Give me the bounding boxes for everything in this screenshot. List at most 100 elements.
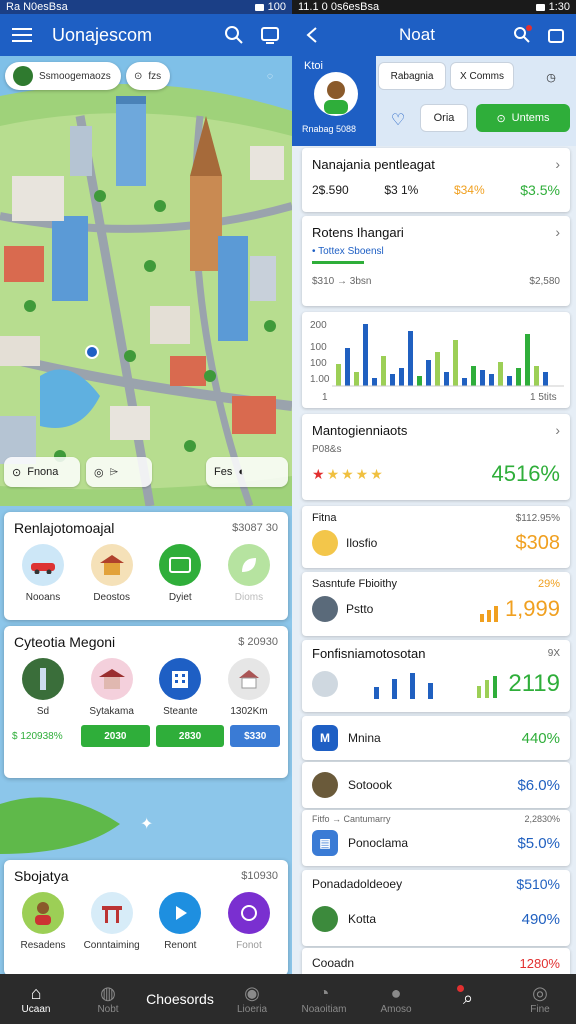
bullet-icon: • <box>312 246 316 257</box>
notification-dot <box>526 25 532 31</box>
profile-btn-2[interactable]: ⊙ Untems <box>476 104 570 132</box>
filter-chip[interactable]: ⊙ fzs <box>126 62 170 90</box>
chat-icon[interactable] <box>258 23 282 47</box>
card-management-title: Nanajania pentleagat <box>312 156 435 172</box>
search-icon[interactable] <box>222 23 246 47</box>
category-item[interactable]: Conntaiming <box>83 892 141 951</box>
card-routes[interactable]: Rotens Ihangari › • Tottex Sboensl $310 … <box>302 216 570 306</box>
card-safety[interactable]: Sasntufe Fbioithy 29% Pstto 1,999 <box>302 572 570 636</box>
status-bar-right: 11.1 0 0s6esBsa 1:30 <box>292 0 576 14</box>
category-item[interactable]: Dioms <box>220 544 278 603</box>
map-filter-a[interactable]: ⊙ Fnona <box>4 457 80 487</box>
chevron-right-icon: › <box>555 422 560 438</box>
chart-bar <box>435 352 440 386</box>
card-city-btn-1[interactable]: 2030 <box>80 725 150 747</box>
send-icon: ⌲ <box>109 465 119 478</box>
bag-icon[interactable] <box>544 23 568 47</box>
person-icon <box>22 892 64 934</box>
menu-icon[interactable] <box>10 23 34 47</box>
nav-pin[interactable]: ◎ Fine <box>504 974 576 1024</box>
chart-bar <box>444 372 449 386</box>
nav-drop[interactable]: ● Amoso <box>360 974 432 1024</box>
map-filter-b-label: Fes <box>214 466 233 478</box>
leaf-icon <box>227 544 270 586</box>
card-city-btn-2[interactable]: 2830 <box>155 725 225 747</box>
category-item[interactable]: Steante <box>151 658 209 717</box>
bar-chart-card: 200 100 100 1.00 1 1 5tits <box>302 312 570 408</box>
category-item[interactable]: 1302Km <box>220 658 278 717</box>
card-city-title: Cyteotia Megoni <box>14 634 116 650</box>
search-icon[interactable] <box>510 23 534 47</box>
category-item[interactable]: Nooans <box>14 544 72 603</box>
category-item[interactable]: Renont <box>151 892 209 951</box>
list-item[interactable]: Fitfo → Cantumarry 2,2830% ▤ Ponoclama $… <box>302 810 570 866</box>
nav-person[interactable]: ◉ Lioeria <box>216 974 288 1024</box>
avatar[interactable] <box>314 72 358 116</box>
category-item[interactable]: Dyiet <box>151 544 209 603</box>
app-root: Ra N0esBsa 100 11.1 0 0s6esBsa 1:30 Uona… <box>0 0 576 1024</box>
chart-bar <box>381 356 386 386</box>
card-recommended[interactable]: Renlajotomoajal $3087 30 Nooans Deostos … <box>4 512 288 620</box>
chart-x-left: 1 <box>322 392 328 403</box>
locate-icon[interactable]: ◌ <box>258 64 282 88</box>
play-icon <box>159 892 202 934</box>
nav-choesords[interactable]: Choesords <box>144 974 216 1024</box>
back-icon[interactable] <box>300 23 324 47</box>
nav-chart[interactable]: ◔ Noaoitiam <box>288 974 360 1024</box>
card-monitoring[interactable]: Mantogienniaots › P08&s ★★★★★ 4516% <box>302 414 570 500</box>
car-icon <box>22 544 64 586</box>
location-chip[interactable]: Ssmoogemaozs <box>5 62 121 90</box>
card-society[interactable]: Sbojatya $10930 Resadens Conntaiming Ren… <box>4 860 288 974</box>
share-icon: ◎ <box>94 466 104 479</box>
category-item[interactable]: Sytakama <box>83 658 141 717</box>
card-performance[interactable]: Fonfisniamotosotan 9X 2119 <box>302 640 570 712</box>
chart-bar <box>462 378 467 386</box>
map-share[interactable]: ◎ ⌲ <box>86 457 152 487</box>
profile-header: Ktoi Rnabag 5088 Rabagnia X Comms ◷ ♡ Or… <box>292 56 576 146</box>
list-item[interactable]: M Mnina 440% <box>302 716 570 760</box>
nav-search[interactable]: ⌕ <box>432 974 504 1024</box>
city-map[interactable]: Ssmoogemaozs ⊙ fzs ◌ ⊙ Fnona ◎ ⌲ Fes ◐ <box>0 56 292 508</box>
chart-x-right: 1 5tits <box>530 392 557 403</box>
chart-bar <box>390 374 395 386</box>
list-item[interactable]: Cooadn 1280% <box>302 948 570 974</box>
list-item[interactable]: Ponadadoldeoey $510% Kotta 490% <box>302 870 570 946</box>
chart-bar <box>480 370 485 386</box>
map-filter-b[interactable]: Fes ◐ <box>206 457 288 487</box>
avatar-icon <box>312 772 338 798</box>
card-fitna[interactable]: Fitna $112.95% Ilosfio $308 <box>302 506 570 568</box>
mini-bars-icon <box>479 606 498 622</box>
rating-stars: ★★★★★ <box>312 465 385 482</box>
filter-chip-label: fzs <box>148 70 162 82</box>
nav-globe[interactable]: ◍ Nobt <box>72 974 144 1024</box>
chart-bar <box>363 324 368 386</box>
chart-bar <box>498 362 503 386</box>
globe-icon: ◍ <box>100 982 116 1003</box>
card-city-region[interactable]: Cyteotia Megoni $ 20930 Sd Sytakama Stea… <box>4 626 288 778</box>
category-item[interactable]: Fonot <box>220 892 278 951</box>
category-item[interactable]: Resadens <box>14 892 72 951</box>
card-management[interactable]: Nanajania pentleagat › 2$.590 $3 1% $34%… <box>302 148 570 212</box>
category-item[interactable]: Sd <box>14 658 72 717</box>
chart-bar <box>534 366 539 386</box>
card-city-btn-3[interactable]: $330 <box>230 725 281 747</box>
battery-icon <box>535 3 545 11</box>
profile-chip-1[interactable]: Rabagnia <box>378 62 446 90</box>
nav-home[interactable]: ⌂ Ucaan <box>0 974 72 1024</box>
clock-icon[interactable]: ◷ <box>538 66 564 88</box>
card-society-title: Sbojatya <box>14 868 69 884</box>
left-app-bar: Uonajescom <box>0 14 292 56</box>
chart-bar <box>507 376 512 386</box>
right-page-title: Noat <box>399 25 435 44</box>
card-monitoring-big: 4516% <box>491 461 560 486</box>
heart-icon[interactable]: ♡ <box>388 106 408 134</box>
profile-btn-1[interactable]: Oria <box>420 104 468 132</box>
profile-name: Ktoi <box>304 60 323 72</box>
target-icon: ⊙ <box>134 70 143 82</box>
bottom-navigation: ⌂ Ucaan ◍ Nobt Choesords ◉ Lioeria ◔ Noa… <box>0 974 576 1024</box>
category-item[interactable]: Deostos <box>83 544 141 603</box>
chevron-right-icon: › <box>555 224 560 240</box>
profile-chip-2[interactable]: X Comms <box>450 62 514 90</box>
card-performance-big: 2119 <box>508 670 560 697</box>
list-item[interactable]: Sotoook $6.0% <box>302 762 570 808</box>
